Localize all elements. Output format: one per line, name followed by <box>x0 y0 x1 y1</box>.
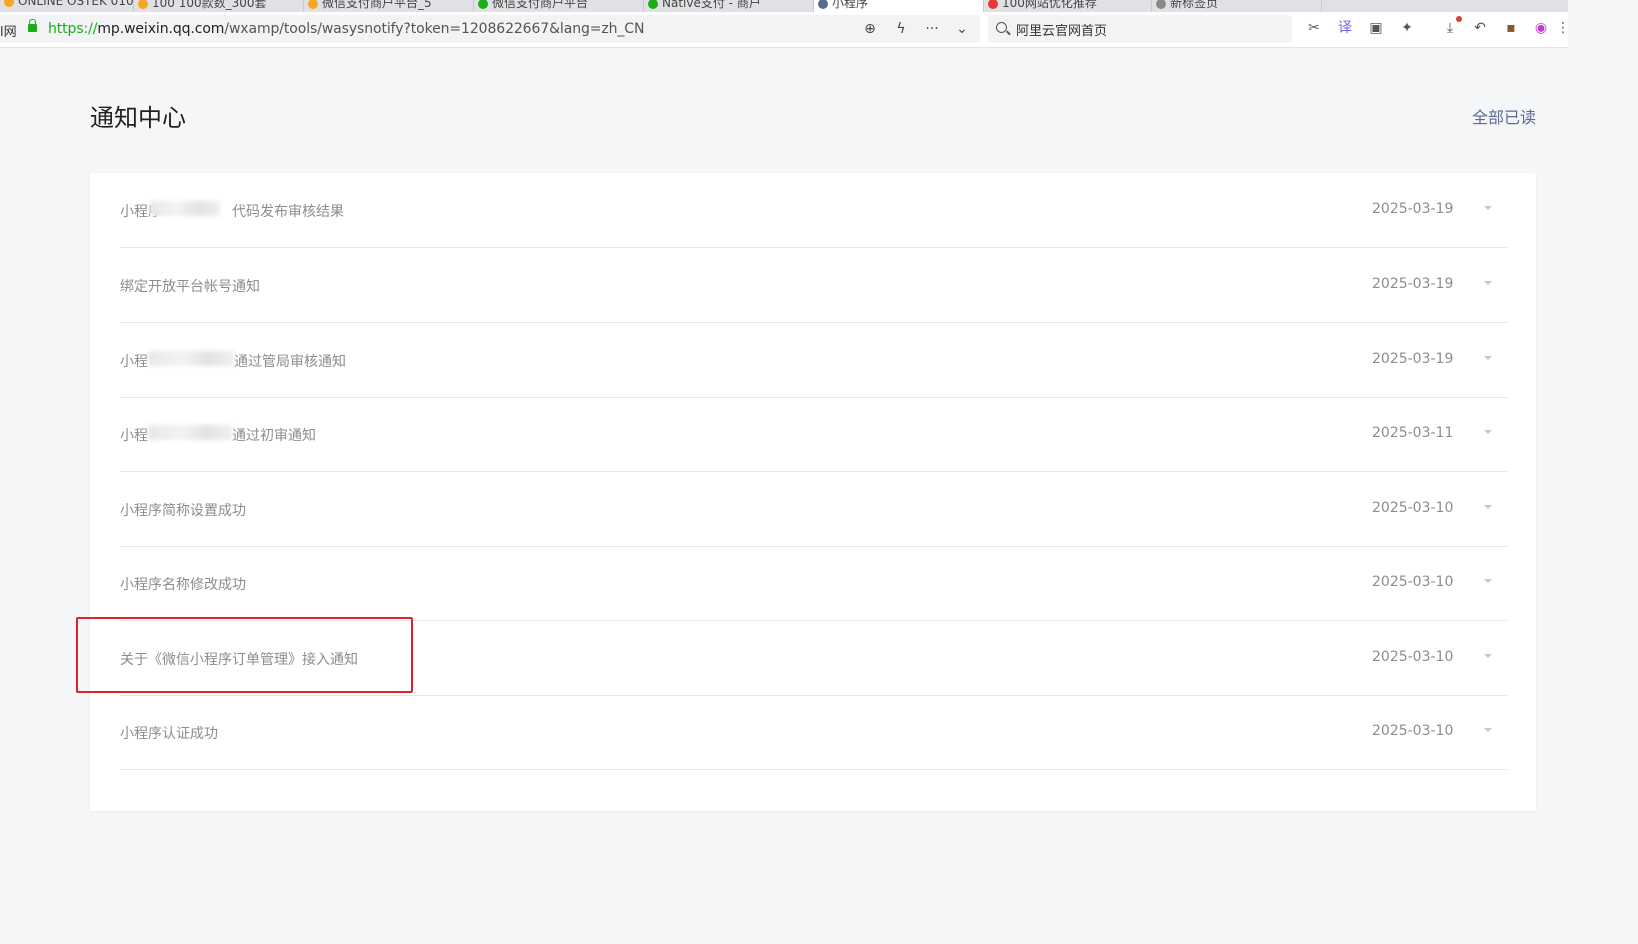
profile-icon[interactable]: ◉ <box>1531 18 1551 38</box>
notification-date: 2025-03-19 <box>1372 351 1454 367</box>
notification-title: 小程序简称设置成功 <box>120 503 246 519</box>
url-host: mp.weixin.qq.com <box>97 21 225 37</box>
bolt-icon[interactable]: ϟ <box>890 18 912 40</box>
tab-favicon-icon <box>1156 0 1166 9</box>
url-path: /wxamp/tools/wasysnotify?token=120862266… <box>224 21 645 37</box>
chevron-down-icon[interactable] <box>1484 206 1492 210</box>
notification-date: 2025-03-10 <box>1372 574 1454 590</box>
notification-row[interactable]: 绑定开放平台帐号通知 2025-03-19 <box>120 248 1507 323</box>
reader-icon[interactable]: ▣ <box>1366 18 1386 38</box>
notification-title: 关于《微信小程序订单管理》接入通知 <box>120 652 358 668</box>
notification-title: 小程序名称修改成功 <box>120 577 246 593</box>
notification-row[interactable]: 小程 通过初审通知 2025-03-11 <box>120 397 1507 472</box>
tab-favicon-icon <box>308 0 318 9</box>
search-icon[interactable] <box>996 22 1007 33</box>
chevron-down-icon[interactable] <box>1484 281 1492 285</box>
browser-tab[interactable]: 微信支付商户平台 <box>474 0 644 12</box>
browser-tab[interactable]: Native支付 - 商户 <box>644 0 814 12</box>
address-url[interactable]: https://mp.weixin.qq.com/wxamp/tools/was… <box>48 21 644 37</box>
chevron-down-icon[interactable] <box>1484 728 1492 732</box>
notification-row[interactable]: 小程序 代码发布审核结果 2025-03-19 <box>120 173 1507 248</box>
notification-date: 2025-03-10 <box>1372 723 1454 739</box>
url-scheme: https:// <box>48 21 98 37</box>
browser-tab[interactable]: 100 100款数_300套 <box>134 0 304 12</box>
briefcase-icon[interactable]: ▪ <box>1501 18 1521 38</box>
notification-date: 2025-03-10 <box>1372 500 1454 516</box>
zoom-icon[interactable]: ⊕ <box>859 18 881 40</box>
notification-row[interactable]: 小程序名称修改成功 2025-03-10 <box>120 546 1507 621</box>
notification-title: 绑定开放平台帐号通知 <box>120 279 260 295</box>
browser-tab[interactable]: 100网站优化推荐 <box>984 0 1152 12</box>
address-prefix: l网 <box>0 25 17 40</box>
notification-row[interactable]: 小程序认证成功 2025-03-10 <box>120 695 1507 770</box>
browser-tab[interactable]: 新标签页 <box>1152 0 1322 12</box>
browser-tab[interactable]: 微信支付商户平台_5 <box>304 0 474 12</box>
notification-date: 2025-03-10 <box>1372 649 1454 665</box>
notification-title: 小程序认证成功 <box>120 726 218 742</box>
browser-toolbar: l网 https://mp.weixin.qq.com/wxamp/tools/… <box>0 12 1570 48</box>
extension-icon[interactable]: ✦ <box>1397 18 1417 38</box>
page-title: 通知中心 <box>90 104 186 132</box>
chevron-down-icon[interactable] <box>1484 356 1492 360</box>
notification-list: 小程序 代码发布审核结果 2025-03-19 绑定开放平台帐号通知 2025-0… <box>90 173 1536 811</box>
search-box[interactable] <box>988 15 1292 43</box>
chevron-down-icon[interactable] <box>1484 579 1492 583</box>
scissors-icon[interactable]: ✂ <box>1304 18 1324 38</box>
redaction-blur <box>150 201 220 216</box>
redaction-blur <box>148 351 234 366</box>
more-icon[interactable]: ··· <box>921 18 943 40</box>
notification-row[interactable]: 小程 通过管局审核通知 2025-03-19 <box>120 323 1507 398</box>
chevron-down-icon[interactable]: ⌄ <box>951 18 973 40</box>
chevron-down-icon[interactable] <box>1484 430 1492 434</box>
notification-row[interactable]: 关于《微信小程序订单管理》接入通知 2025-03-10 <box>120 621 1507 696</box>
translate-icon[interactable]: 译 <box>1335 18 1355 38</box>
notification-row[interactable]: 小程序简称设置成功 2025-03-10 <box>120 472 1507 547</box>
search-input[interactable] <box>1016 19 1276 39</box>
tab-favicon-icon <box>138 0 148 9</box>
notification-date: 2025-03-19 <box>1372 201 1454 217</box>
tab-favicon-icon <box>648 0 658 9</box>
tab-favicon-icon <box>478 0 488 9</box>
redaction-blur <box>148 425 232 440</box>
lock-icon[interactable] <box>28 19 37 32</box>
notification-date: 2025-03-19 <box>1372 276 1454 292</box>
browser-tabstrip: ONLINE OSTEK 0106 100 100款数_300套 微信支付商户平… <box>0 0 1568 12</box>
mark-all-read-link[interactable]: 全部已读 <box>1472 104 1536 128</box>
browser-tab[interactable]: ONLINE OSTEK 0106 <box>0 0 134 12</box>
chevron-down-icon[interactable] <box>1484 505 1492 509</box>
menu-icon[interactable]: ⋮ <box>1556 18 1570 38</box>
notification-dot <box>1456 16 1462 22</box>
chevron-down-icon[interactable] <box>1484 654 1492 658</box>
address-bar[interactable]: l网 https://mp.weixin.qq.com/wxamp/tools/… <box>0 15 980 43</box>
tab-favicon-icon <box>988 0 998 9</box>
tab-favicon-icon <box>818 0 828 9</box>
undo-icon[interactable]: ↶ <box>1470 18 1490 38</box>
browser-tab-active[interactable]: 小程序 <box>814 0 984 12</box>
tab-favicon-icon <box>4 0 14 7</box>
notification-date: 2025-03-11 <box>1372 425 1454 441</box>
